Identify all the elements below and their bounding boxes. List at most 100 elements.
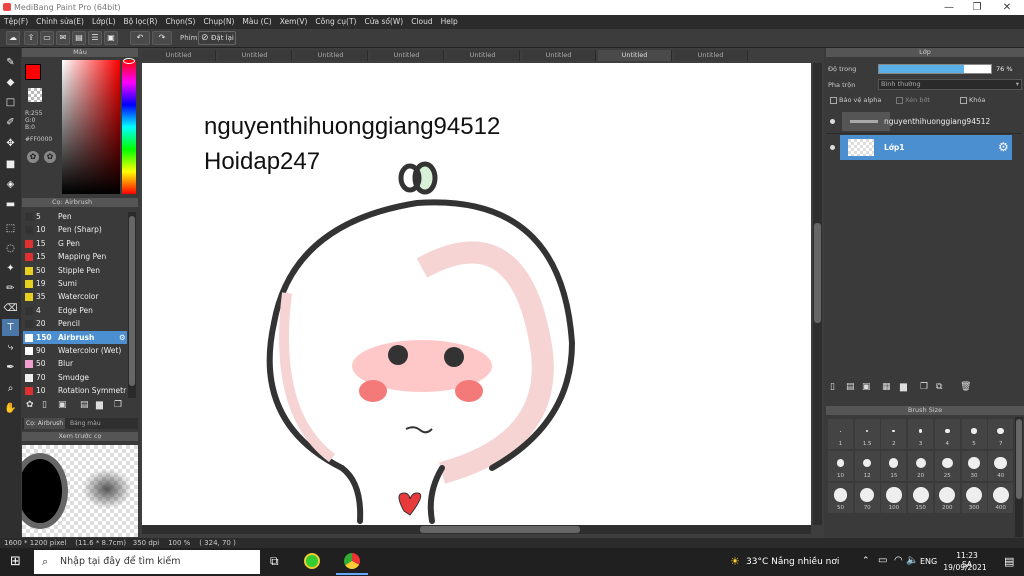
brush-size-option[interactable]: 40 xyxy=(988,451,1014,481)
fill-rect-tool-icon[interactable]: ■ xyxy=(2,156,19,173)
brush-size-option[interactable]: 150 xyxy=(908,483,934,513)
layer-row[interactable]: nguyenthihuonggiang94512 xyxy=(826,109,1022,134)
magic-wand-icon[interactable]: ✦ xyxy=(2,260,19,277)
brush-size-option[interactable]: 200 xyxy=(934,483,960,513)
brush-item[interactable]: 90 Watercolor (Wet) xyxy=(23,344,127,357)
save-icon[interactable]: ▣ xyxy=(104,31,118,45)
dot-tool-icon[interactable]: ✐ xyxy=(2,114,19,131)
palette-add-icon[interactable]: ✿ xyxy=(44,151,56,163)
palette-icon[interactable]: ✿ xyxy=(27,151,39,163)
weather-icon[interactable]: ☀ xyxy=(730,555,740,568)
menu-tools[interactable]: Công cụ(T) xyxy=(311,15,360,29)
brush-duplicate-icon[interactable]: ❐ xyxy=(114,400,122,410)
brush-size-option[interactable]: 400 xyxy=(988,483,1014,513)
menu-snap[interactable]: Chụp(N) xyxy=(199,15,238,29)
blend-select[interactable]: Bình thường ▾ xyxy=(878,79,1022,90)
new-halftone-layer-icon[interactable]: ▤ xyxy=(846,382,855,392)
hue-handle[interactable] xyxy=(123,58,135,64)
brush-copy-icon[interactable]: ▣ xyxy=(58,400,67,410)
maximize-button[interactable]: ❐ xyxy=(962,0,992,15)
bucket-tool-icon[interactable]: ◈ xyxy=(2,176,19,193)
brush-size-option[interactable]: 300 xyxy=(961,483,987,513)
clock-date[interactable]: 19/09/2021 xyxy=(940,563,990,572)
rectangle-tool-icon[interactable]: □ xyxy=(2,94,19,111)
menu-view[interactable]: Xem(V) xyxy=(276,15,312,29)
canvas-horizontal-scrollbar[interactable] xyxy=(142,525,811,534)
transparent-swatch[interactable] xyxy=(28,88,42,102)
document-tab[interactable]: Untitled xyxy=(294,50,368,61)
opacity-slider[interactable] xyxy=(878,64,992,74)
brush-size-option[interactable]: 7 xyxy=(988,419,1014,449)
brush-settings-icon[interactable]: ▤ xyxy=(80,400,89,410)
minimize-button[interactable]: — xyxy=(934,0,964,15)
merge-layer-icon[interactable]: ⧉ xyxy=(936,382,942,392)
document-tab[interactable]: Untitled xyxy=(218,50,292,61)
list-icon[interactable]: ☰ xyxy=(88,31,102,45)
lasso-tool-icon[interactable]: ◌ xyxy=(2,240,19,257)
brush-item[interactable]: 5 Pen xyxy=(23,210,127,223)
canvas-vertical-scrollbar[interactable] xyxy=(813,63,822,525)
chrome-icon[interactable] xyxy=(344,553,360,569)
new-layer-icon[interactable]: ▯ xyxy=(830,382,835,392)
reset-button[interactable]: ⊘ Đặt lại xyxy=(198,31,236,45)
duplicate-layer-icon[interactable]: ❐ xyxy=(920,382,928,392)
brush-item[interactable]: 10 Rotation Symmetr xyxy=(23,384,127,397)
brush-folder-icon[interactable]: ▆ xyxy=(96,400,103,410)
document-tab[interactable]: Untitled xyxy=(522,50,596,61)
brush-item[interactable]: 4 Edge Pen xyxy=(23,304,127,317)
cloud-icon[interactable]: ☁ xyxy=(6,31,20,45)
brush-item[interactable]: 15 G Pen xyxy=(23,237,127,250)
redo-icon[interactable]: ↷ xyxy=(152,31,172,45)
brush-size-option[interactable]: 15 xyxy=(881,451,907,481)
primary-color-swatch[interactable] xyxy=(25,64,41,80)
brush-item[interactable]: 19 Sumi xyxy=(23,277,127,290)
brush-size-option[interactable]: 100 xyxy=(881,483,907,513)
weather-text[interactable]: 33°C Nắng nhiều nơi xyxy=(746,557,839,567)
windows-start-icon[interactable]: ⊞ xyxy=(10,555,24,569)
brush-size-option[interactable]: 30 xyxy=(961,451,987,481)
canvas-hscroll-thumb[interactable] xyxy=(420,526,580,533)
menu-color[interactable]: Màu (C) xyxy=(238,15,275,29)
export-icon[interactable]: ⇪ xyxy=(24,31,38,45)
gear-icon[interactable]: ⚙ xyxy=(998,140,1009,154)
menu-filter[interactable]: Bộ lọc(R) xyxy=(120,15,162,29)
brush-item[interactable]: 70 Smudge xyxy=(23,371,127,384)
gear-icon[interactable]: ⚙ xyxy=(119,331,126,344)
coccoc-browser-icon[interactable] xyxy=(304,553,320,569)
brush-size-scroll-thumb[interactable] xyxy=(1016,419,1022,499)
brush-size-option[interactable]: 10 xyxy=(828,451,853,481)
brush-tool-icon[interactable]: ✎ xyxy=(2,54,19,71)
close-button[interactable]: ✕ xyxy=(992,0,1022,15)
visibility-icon[interactable] xyxy=(830,145,835,150)
menu-help[interactable]: Help xyxy=(437,15,462,29)
divide-tool-icon[interactable]: ✒ xyxy=(2,359,19,376)
brush-size-option[interactable]: 4 xyxy=(934,419,960,449)
brush-scrollbar[interactable] xyxy=(128,212,136,398)
brush-size-option[interactable]: 70 xyxy=(854,483,880,513)
brush-size-option[interactable]: 1 xyxy=(828,419,853,449)
document-tab[interactable]: Untitled xyxy=(142,50,216,61)
notification-icon[interactable]: ▤ xyxy=(1004,555,1014,568)
brush-scroll-thumb[interactable] xyxy=(129,216,135,386)
brush-size-option[interactable]: 12 xyxy=(854,451,880,481)
gradient-tool-icon[interactable]: ▬ xyxy=(2,196,19,213)
brush-item[interactable]: 150 Airbrush ⚙ xyxy=(23,330,127,344)
menu-select[interactable]: Chọn(S) xyxy=(161,15,199,29)
brush-size-option[interactable]: 2 xyxy=(881,419,907,449)
brush-item[interactable]: 15 Mapping Pen xyxy=(23,250,127,263)
brush-size-option[interactable]: 5 xyxy=(961,419,987,449)
brush-item[interactable]: 20 Pencil xyxy=(23,317,127,330)
taskbar-search[interactable]: ⌕ Nhập tại đây để tìm kiếm xyxy=(34,550,260,574)
menu-edit[interactable]: Chỉnh sửa(E) xyxy=(32,15,88,29)
comment-icon[interactable]: ▭ xyxy=(40,31,54,45)
brush-item[interactable]: 35 Watercolor xyxy=(23,290,127,303)
brush-size-option[interactable]: 25 xyxy=(934,451,960,481)
menu-cloud[interactable]: Cloud xyxy=(407,15,436,29)
move-tool-icon[interactable]: ✥ xyxy=(2,135,19,152)
brush-new-icon[interactable]: ▯ xyxy=(42,400,47,410)
wifi-icon[interactable]: ◠ xyxy=(894,555,903,566)
menu-window[interactable]: Cửa sổ(W) xyxy=(360,15,407,29)
brush-size-option[interactable]: 20 xyxy=(908,451,934,481)
brush-size-scrollbar[interactable] xyxy=(1015,417,1023,537)
chevron-up-icon[interactable]: ⌃ xyxy=(862,556,870,566)
